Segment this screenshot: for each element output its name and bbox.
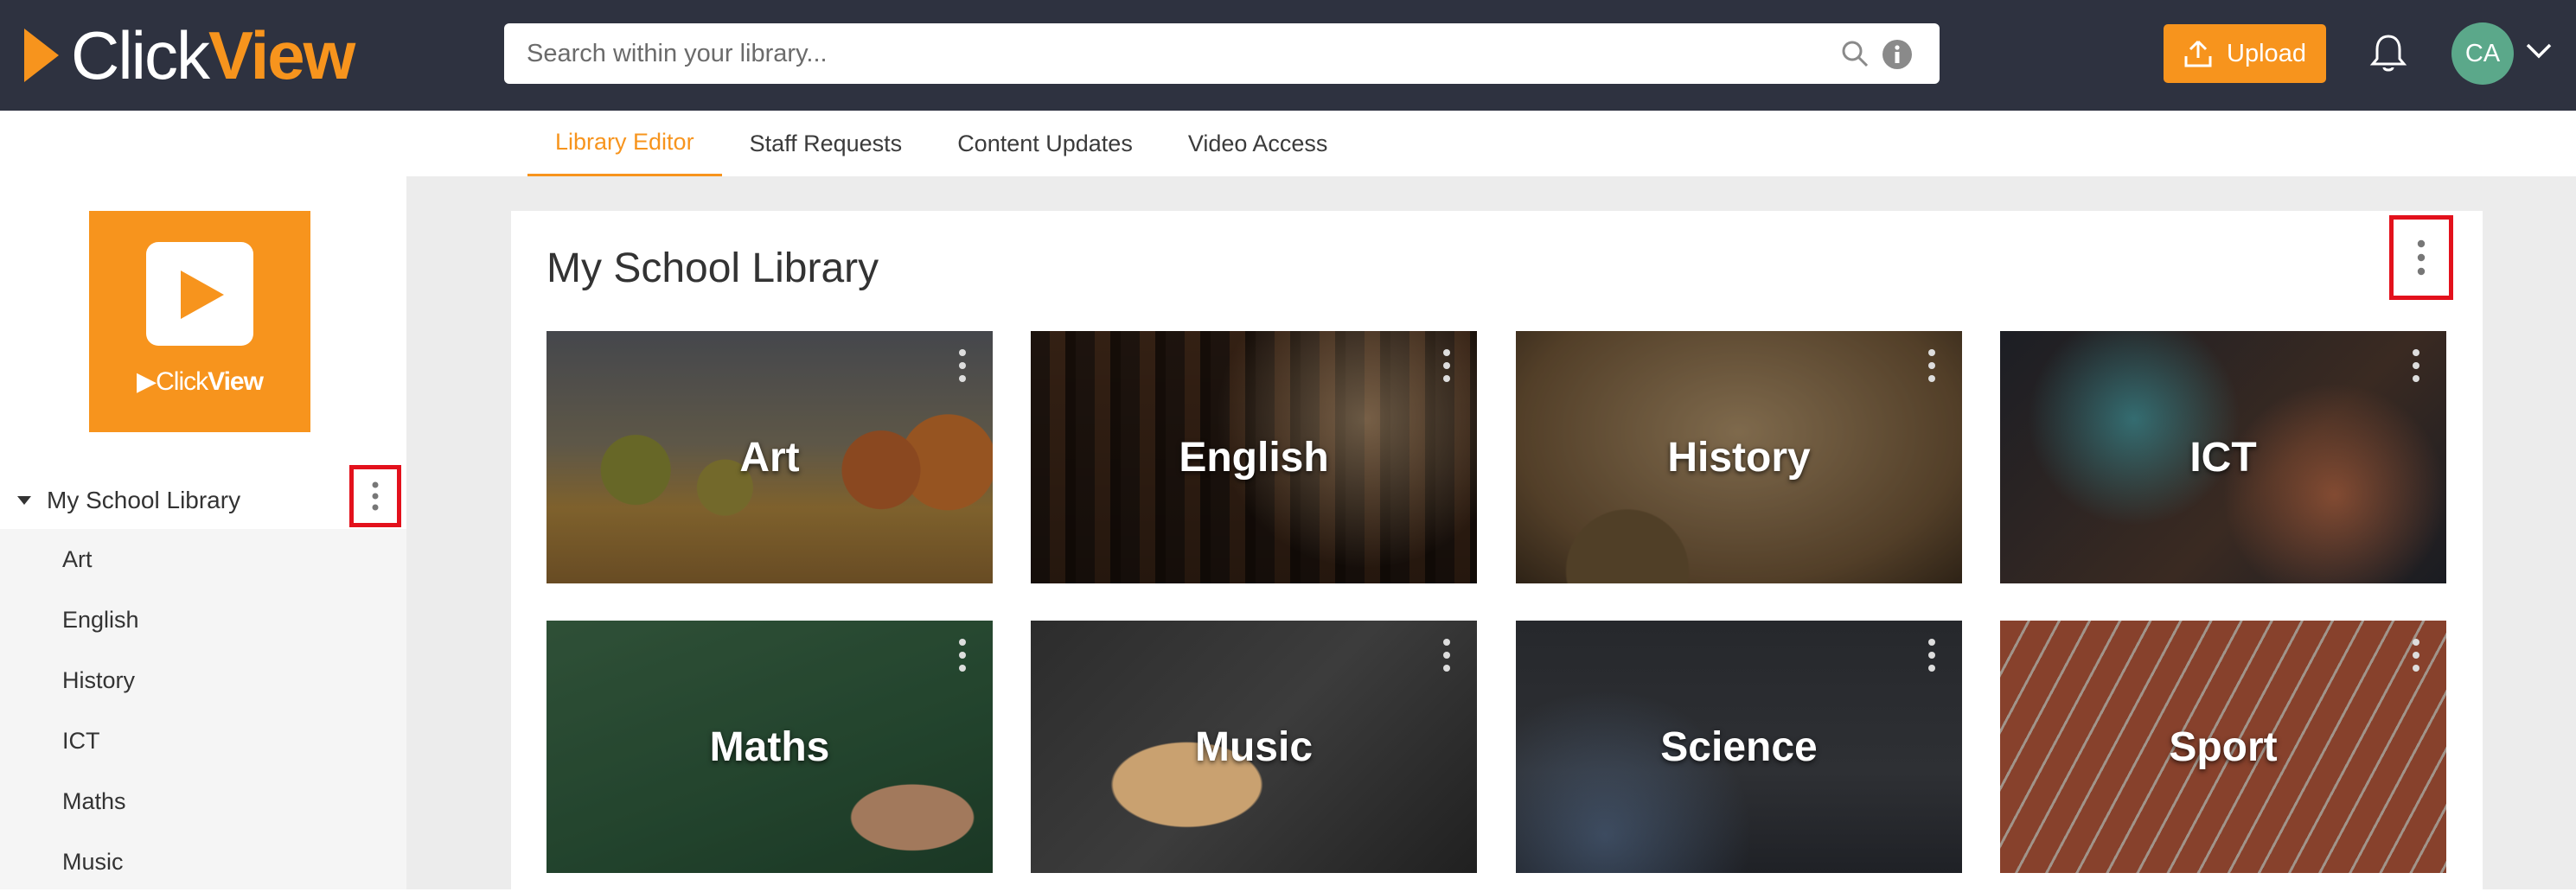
search-icon[interactable] [1841,40,1869,67]
more-vertical-icon[interactable] [958,638,967,672]
tab-video-access[interactable]: Video Access [1160,111,1356,176]
sidebar-root-my-school-library[interactable]: My School Library [0,472,406,529]
category-tile-maths[interactable]: Maths [547,621,993,873]
tile-label: Maths [709,723,830,770]
avatar-initials: CA [2464,39,2501,67]
library-logo: ▶ClickView [89,211,310,432]
more-vertical-icon[interactable] [958,348,967,383]
logo-wordmark: ClickView [71,21,355,90]
tab-content-updates[interactable]: Content Updates [930,111,1160,176]
sidebar-item-maths[interactable]: Maths [0,771,406,831]
tab-bar: Library Editor Staff Requests Content Up… [527,111,1355,176]
mini-play-glyph: ▶ [137,367,157,396]
sidebar-item-art[interactable]: Art [0,529,406,589]
sidebar-item-ict[interactable]: ICT [0,710,406,771]
upload-icon [2184,40,2212,67]
tile-label: Music [1194,723,1314,770]
category-tile-science[interactable]: Science [1516,621,1962,873]
caret-down-icon[interactable] [17,496,31,505]
more-vertical-icon[interactable] [2412,638,2420,672]
search-input[interactable] [525,38,1808,69]
tile-label: English [1179,434,1329,481]
mini-click-text: Click [156,367,208,396]
category-tile-ict[interactable]: ICT [2000,331,2446,583]
tile-label: Art [739,434,800,481]
tile-label: Sport [2169,723,2278,770]
sidebar-root-label: My School Library [47,487,241,513]
tile-label: History [1667,434,1811,481]
upload-button[interactable]: Upload [2164,24,2326,83]
more-vertical-icon[interactable] [1927,638,1936,672]
logo-view-text: View [208,17,355,93]
library-play-badge [146,242,253,346]
tab-library-editor[interactable]: Library Editor [527,111,722,176]
more-vertical-icon[interactable] [2412,348,2420,383]
avatar[interactable]: CA [2451,22,2514,85]
chevron-down-icon[interactable] [2525,41,2553,61]
top-header: ClickView Upload CA [0,0,2576,111]
tab-staff-requests[interactable]: Staff Requests [722,111,930,176]
sidebar-item-history[interactable]: History [0,650,406,710]
logo-play-icon [24,29,59,82]
sidebar-subtree: Art English History ICT Maths Music [0,529,406,889]
mini-view-text: View [208,367,264,396]
sidebar-item-music[interactable]: Music [0,831,406,892]
info-icon[interactable] [1882,40,1912,69]
bell-icon[interactable] [2369,33,2407,74]
tile-label: Science [1660,723,1818,770]
more-vertical-icon[interactable] [1442,348,1451,383]
more-vertical-icon [2417,239,2426,276]
category-tile-english[interactable]: English [1031,331,1477,583]
more-vertical-icon[interactable] [1927,348,1936,383]
category-tile-history[interactable]: History [1516,331,1962,583]
page-title: My School Library [547,245,879,291]
upload-label: Upload [2227,39,2306,67]
category-tile-art[interactable]: Art [547,331,993,583]
play-icon [181,271,224,319]
library-more-button[interactable] [2389,215,2453,300]
logo-click-text: Click [71,17,210,93]
clickview-logo[interactable]: ClickView [24,21,355,90]
search-bar[interactable] [504,23,1940,84]
more-vertical-icon[interactable] [1442,638,1451,672]
library-logo-wordmark: ▶ClickView [89,366,310,397]
sidebar-root-more-button[interactable] [349,465,401,527]
category-tile-music[interactable]: Music [1031,621,1477,873]
category-tile-sport[interactable]: Sport [2000,621,2446,873]
sidebar-item-english[interactable]: English [0,589,406,650]
tile-label: ICT [2189,434,2257,481]
more-vertical-icon [372,481,379,511]
